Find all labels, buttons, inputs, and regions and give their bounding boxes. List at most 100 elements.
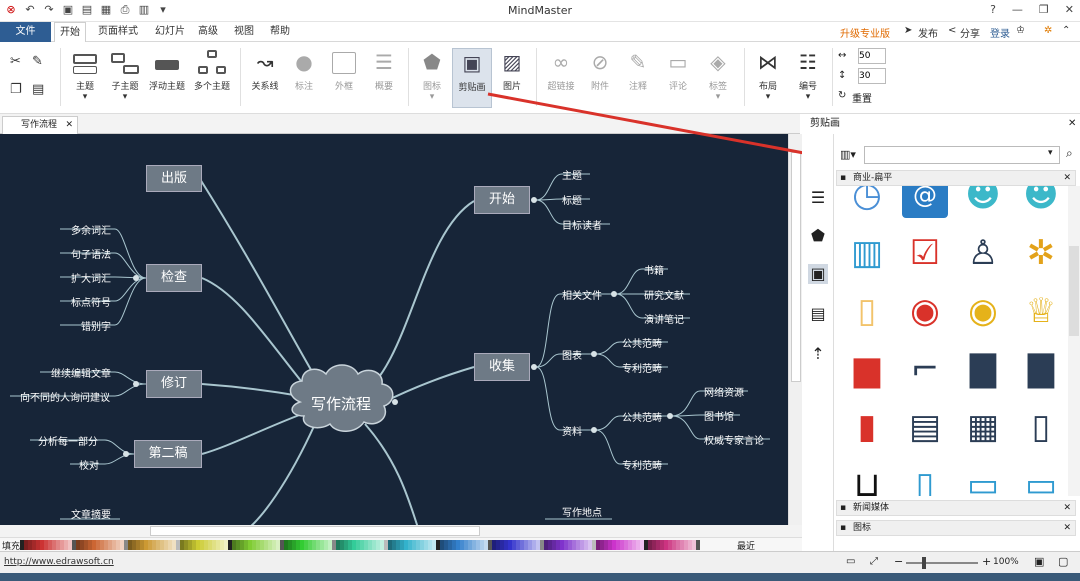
clipart-panel-icon[interactable]: ▣	[808, 264, 828, 284]
topic-check[interactable]: 检查	[146, 264, 202, 292]
paste-icon[interactable]: ▤	[32, 82, 44, 97]
subtopic[interactable]: 继续编辑文章	[51, 365, 111, 380]
minimize-icon[interactable]: —	[1012, 3, 1023, 16]
podium-icon[interactable]: ▆	[844, 346, 890, 392]
tab-slideshow[interactable]: 幻灯片	[150, 22, 190, 42]
category-close-icon[interactable]: ✕	[1063, 501, 1071, 515]
office-chair-icon[interactable]: ♙	[960, 230, 1006, 276]
subtopic[interactable]: 标点符号	[71, 294, 111, 309]
subtopic[interactable]: 扩大词汇	[71, 270, 111, 285]
note-button[interactable]: ✎ 注释	[620, 48, 656, 108]
luggage-icon[interactable]: ▯	[844, 288, 890, 334]
subtopic[interactable]: 网络资源	[704, 384, 744, 399]
dropdown-arrow-icon[interactable]: ▾	[1048, 148, 1053, 158]
subtopic[interactable]: 写作地点	[562, 504, 602, 519]
icon-library-icon[interactable]: ⬟	[808, 226, 828, 246]
category-header-icons[interactable]: ▪ 图标 ✕	[836, 520, 1076, 536]
reset-button[interactable]: 重置	[852, 90, 872, 105]
trophy-icon[interactable]: ♕	[1018, 288, 1064, 334]
email-icon[interactable]: @	[902, 186, 948, 218]
zoom-slider[interactable]	[906, 562, 978, 564]
stairs-icon[interactable]: ⌐	[902, 346, 948, 392]
subtopic[interactable]: 分析每一部分	[38, 433, 98, 448]
head-lightbulb-icon[interactable]: ☻	[1018, 186, 1064, 218]
subtopic[interactable]: 图书馆	[704, 408, 734, 423]
zoom-out-icon[interactable]: −	[894, 555, 903, 568]
cash-register-icon[interactable]: ▦	[960, 404, 1006, 450]
format-icon[interactable]: ☰	[808, 188, 828, 208]
tab-home[interactable]: 开始	[54, 22, 86, 43]
layout-button[interactable]: ⋈ 布局 ▾	[750, 48, 786, 108]
summary-button[interactable]: ☰ 概要	[366, 48, 402, 108]
publish-button[interactable]: 发布	[918, 25, 938, 40]
binders-icon[interactable]: ▥	[844, 230, 890, 276]
subtopic[interactable]: 主题	[562, 167, 582, 182]
subtopic[interactable]: 资料	[562, 423, 582, 438]
relation-button[interactable]: ↝ 关系线	[246, 48, 284, 108]
subtopic[interactable]: 文章摘要	[71, 506, 111, 521]
network-people-icon[interactable]: ✲	[1018, 230, 1064, 276]
attachment-button[interactable]: ⊘ 附件	[582, 48, 618, 108]
checkbox-icon[interactable]: ☑	[902, 230, 948, 276]
fit-width-icon[interactable]: ⤢	[870, 556, 878, 567]
bar-chart-up-icon[interactable]: ▮	[844, 404, 890, 450]
subtopic[interactable]: 公共范畴	[622, 335, 662, 350]
medal-red-icon[interactable]: ◉	[902, 288, 948, 334]
sub-topic-button[interactable]: 子主题 ▾	[106, 48, 144, 108]
laptop-cart-icon[interactable]: ▭	[1018, 462, 1064, 496]
topic-revise[interactable]: 修订	[146, 370, 202, 398]
presentation-icon[interactable]: ▢	[1058, 555, 1068, 568]
tab-help[interactable]: 帮助	[266, 22, 294, 42]
collapse-ribbon-icon[interactable]: ⌃	[1062, 25, 1070, 36]
settings-icon[interactable]: ✲	[1044, 25, 1052, 36]
category-header-news[interactable]: ▪ 新闻媒体 ✕	[836, 500, 1076, 516]
clock-icon[interactable]: ◷	[844, 186, 890, 218]
calendar-icon[interactable]: ▤	[808, 304, 828, 324]
subtopic[interactable]: 错别字	[81, 318, 111, 333]
picture-button[interactable]: ▨ 图片	[494, 48, 530, 108]
subtopic[interactable]: 目标读者	[562, 217, 602, 232]
h-spacing-input[interactable]	[858, 48, 886, 64]
color-swatches[interactable]	[20, 540, 700, 550]
mobile-cart-icon[interactable]: ▯	[902, 462, 948, 496]
subtopic[interactable]: 专利范畴	[622, 457, 662, 472]
tab-page-style[interactable]: 页面样式	[90, 22, 146, 42]
head-gear-icon[interactable]: ☻	[960, 186, 1006, 218]
float-topic-button[interactable]: 浮动主题	[146, 48, 188, 108]
category-header-business[interactable]: ▪ 商业-扁平 ✕	[836, 170, 1076, 186]
clipart-button[interactable]: ▣ 剪贴画	[452, 48, 492, 108]
topic-start[interactable]: 开始	[474, 186, 530, 214]
receipt-icon[interactable]: ▤	[902, 404, 948, 450]
document-tab[interactable]: 写作流程 ✕	[2, 116, 78, 134]
mindmap-canvas[interactable]: 写作流程 出版 检查 修订 第二稿 开始 收集 多余词汇 句子语法 扩大词汇 标…	[0, 134, 788, 525]
upgrade-button[interactable]: 升级专业版	[840, 25, 890, 40]
bar-chart-arrow-down-icon[interactable]: ▇	[1018, 346, 1064, 392]
share-button[interactable]: 分享	[960, 25, 980, 40]
search-icon[interactable]: ⌕	[1066, 146, 1073, 161]
subtopic[interactable]: 标题	[562, 192, 582, 207]
cut-icon[interactable]: ✂	[10, 54, 21, 69]
subtopic[interactable]: 公共范畴	[622, 409, 662, 424]
medal-gold-icon[interactable]: ◉	[960, 288, 1006, 334]
subtopic[interactable]: 相关文件	[562, 287, 602, 302]
library-dropdown-icon[interactable]: ▥▾	[840, 148, 856, 161]
phone-hand-icon[interactable]: ▯	[1018, 404, 1064, 450]
callout-button[interactable]: ● 标注	[286, 48, 322, 108]
subtopic[interactable]: 专利范畴	[622, 360, 662, 375]
topic-collect[interactable]: 收集	[474, 353, 530, 381]
subtopic[interactable]: 权威专家言论	[704, 432, 764, 447]
topic-publish[interactable]: 出版	[146, 165, 202, 192]
tag-button[interactable]: ◈ 标签 ▾	[700, 48, 736, 108]
subtopic[interactable]: 研究文献	[644, 287, 684, 302]
center-topic[interactable]: 写作流程	[306, 393, 376, 414]
panel-scrollbar[interactable]	[1068, 186, 1080, 496]
panel-close-icon[interactable]: ✕	[1068, 118, 1076, 129]
boundary-button[interactable]: 外框	[326, 48, 362, 108]
v-spacing-input[interactable]	[858, 68, 886, 84]
multi-topic-button[interactable]: 多个主题	[190, 48, 234, 108]
subtopic[interactable]: 向不同的人询问建议	[20, 389, 110, 404]
fit-page-icon[interactable]: ▭	[846, 556, 855, 567]
topic-second-draft[interactable]: 第二稿	[134, 440, 202, 468]
website-link[interactable]: http://www.edrawsoft.cn	[4, 557, 114, 567]
category-close-icon[interactable]: ✕	[1063, 171, 1071, 185]
